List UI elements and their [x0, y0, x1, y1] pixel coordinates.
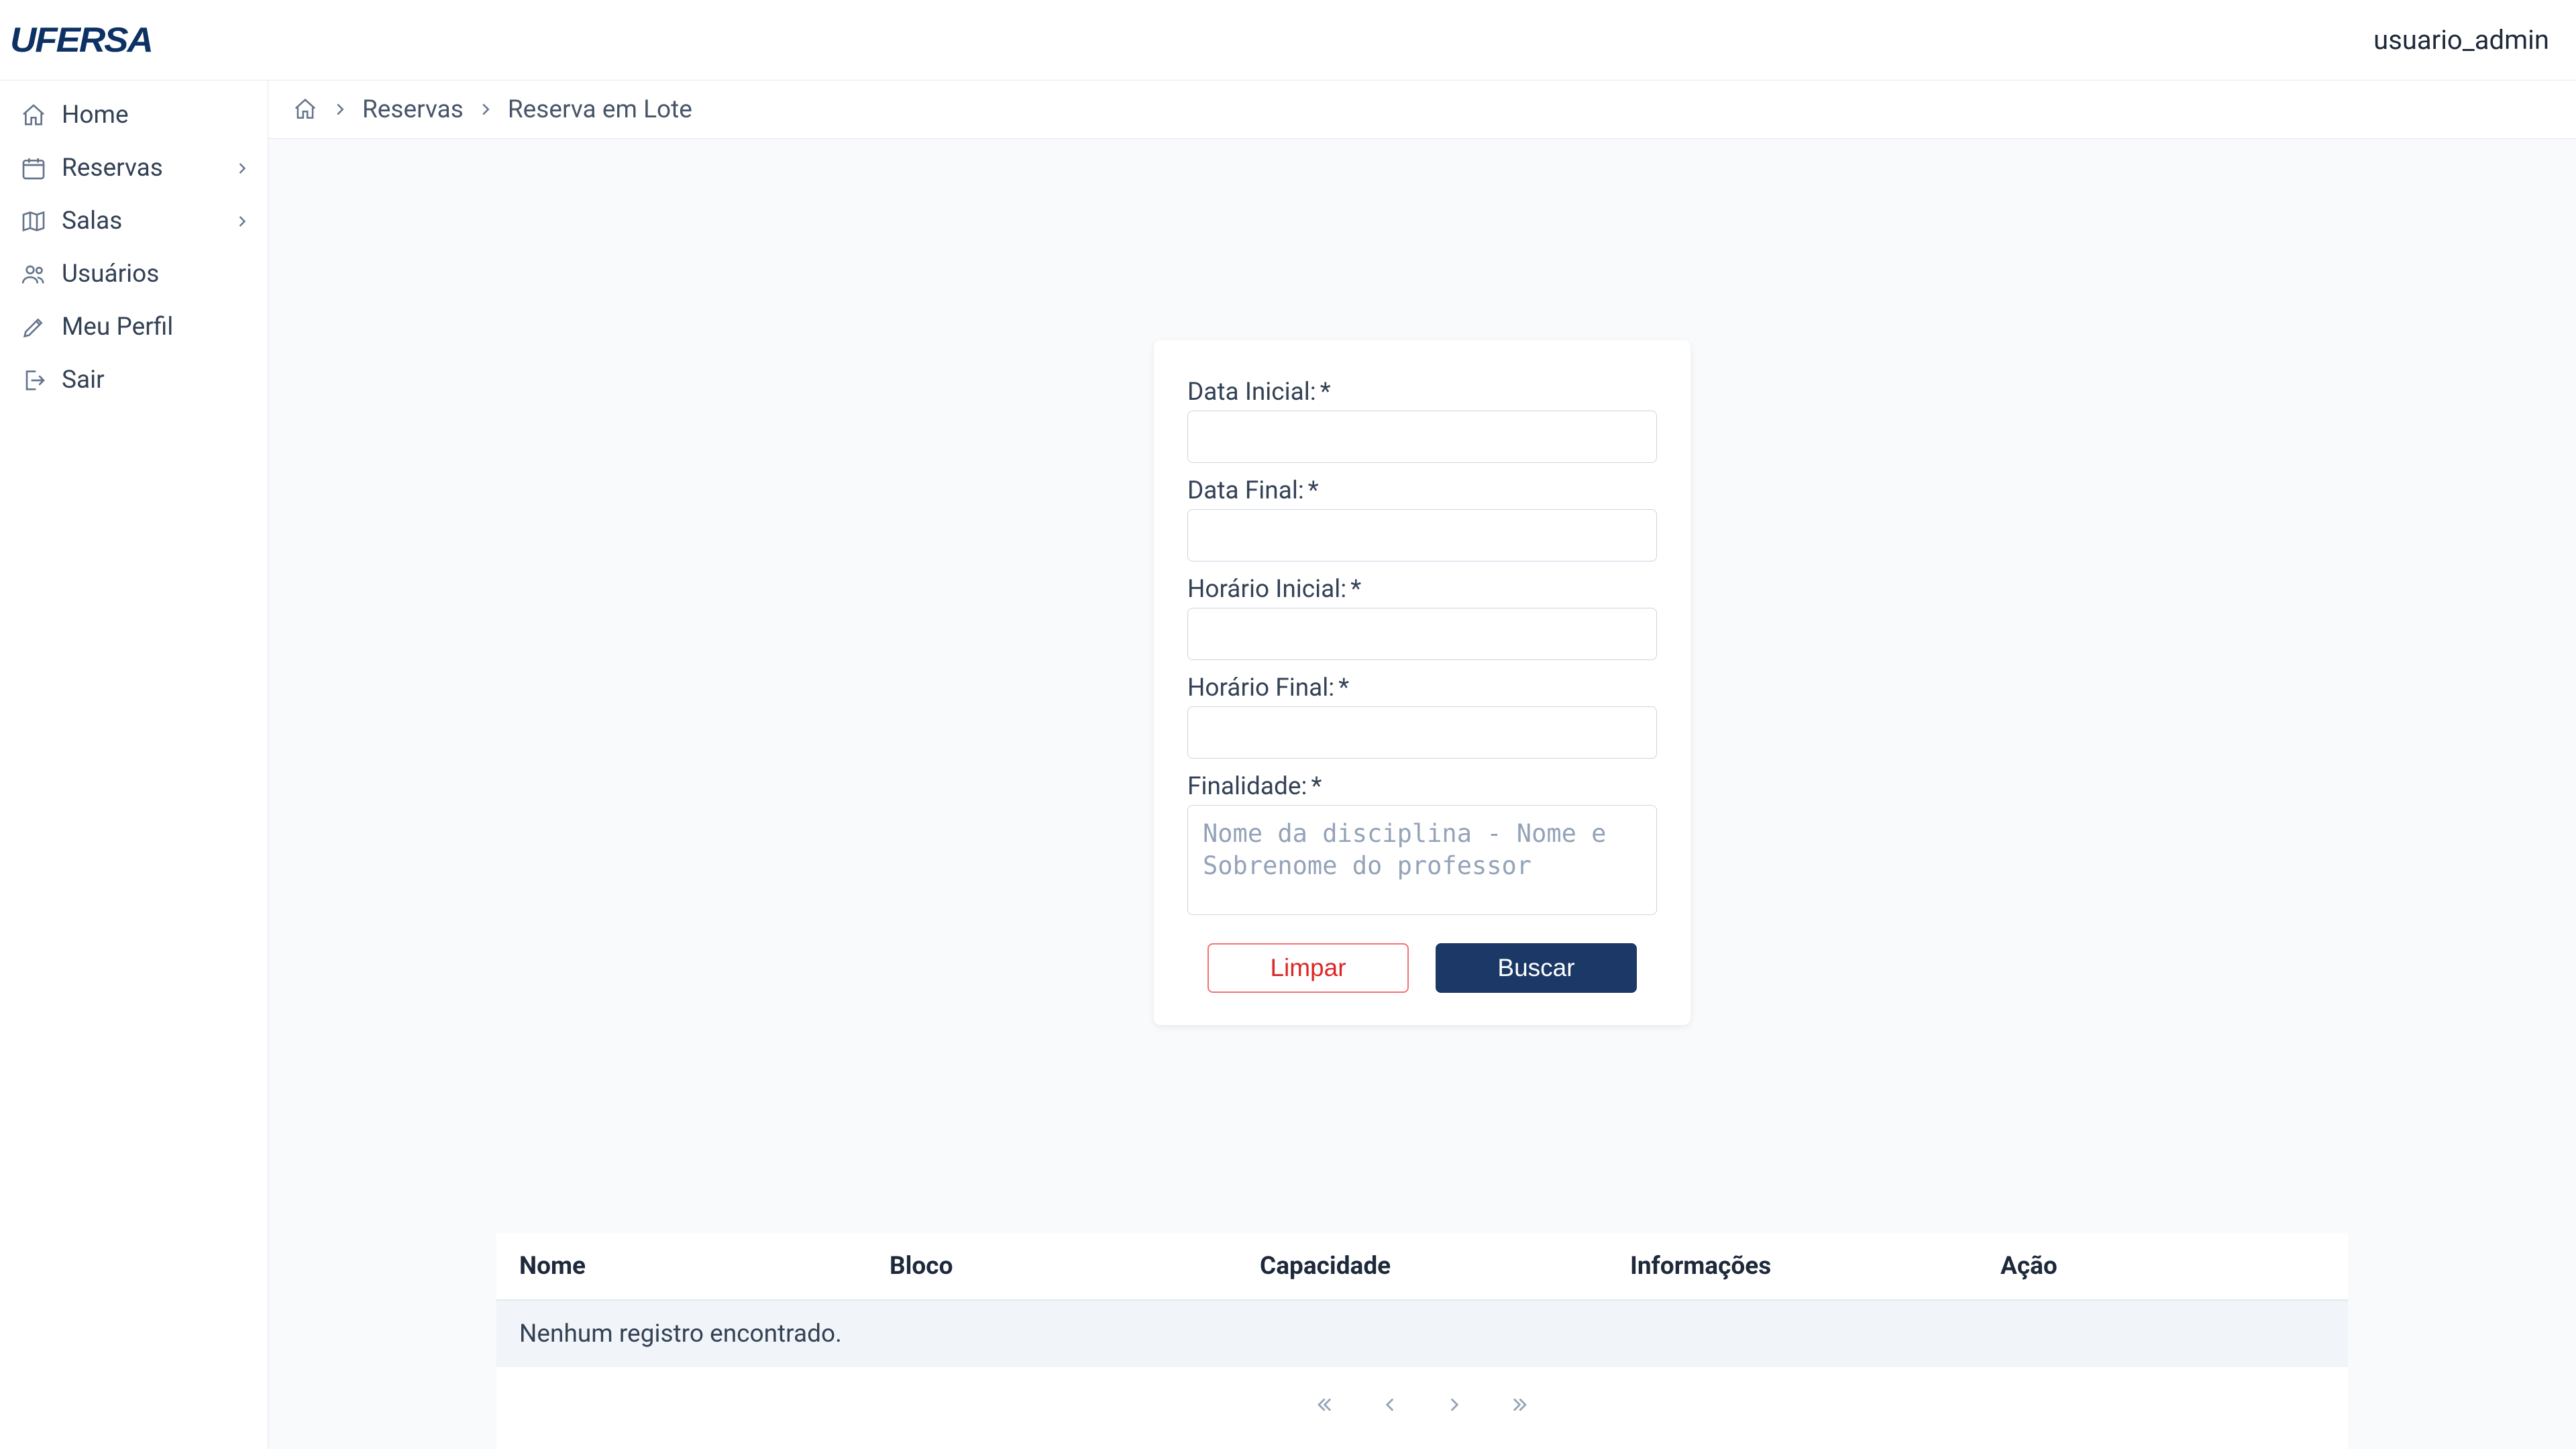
required-mark: * [1320, 378, 1331, 407]
required-mark: * [1350, 575, 1361, 604]
map-icon [20, 208, 47, 235]
breadcrumb: Reservas Reserva em Lote [268, 80, 2576, 139]
main-area: Reservas Reserva em Lote Data Inicial:* … [268, 80, 2576, 1449]
clear-button[interactable]: Limpar [1208, 943, 1409, 993]
topbar: UFERSA usuario_admin [0, 0, 2576, 80]
pencil-icon [20, 314, 47, 341]
chevron-right-icon [476, 99, 496, 119]
sidebar: Home Reservas Salas Usuários [0, 80, 268, 1449]
sidebar-item-label: Salas [62, 207, 122, 235]
label-data-final: Data Final:* [1187, 476, 1657, 505]
breadcrumb-current: Reserva em Lote [508, 95, 692, 124]
brand-logo: UFERSA [10, 20, 152, 60]
logout-icon [20, 367, 47, 394]
label-data-inicial: Data Inicial:* [1187, 378, 1657, 407]
sidebar-item-meu-perfil[interactable]: Meu Perfil [0, 301, 268, 354]
table-empty-message: Nenhum registro encontrado. [496, 1301, 2348, 1367]
search-form-card: Data Inicial:* Data Final:* Horário Inic… [1154, 340, 1690, 1025]
paginator [496, 1367, 2348, 1449]
input-horario-inicial[interactable] [1187, 608, 1657, 660]
sidebar-item-label: Reservas [62, 154, 163, 182]
sidebar-item-home[interactable]: Home [0, 89, 268, 142]
required-mark: * [1308, 476, 1319, 505]
table-header-row: Nome Bloco Capacidade Informações Ação [496, 1233, 2348, 1301]
chevron-right-icon [233, 159, 252, 178]
label-finalidade: Finalidade:* [1187, 772, 1657, 801]
col-header-informacoes: Informações [1630, 1252, 2000, 1281]
page-next-button[interactable] [1440, 1390, 1469, 1419]
chevron-right-icon [233, 212, 252, 231]
col-header-bloco: Bloco [890, 1252, 1260, 1281]
sidebar-item-salas[interactable]: Salas [0, 195, 268, 248]
input-data-inicial[interactable] [1187, 411, 1657, 463]
required-mark: * [1311, 772, 1322, 801]
input-horario-final[interactable] [1187, 706, 1657, 759]
page-last-button[interactable] [1504, 1390, 1534, 1419]
sidebar-item-usuarios[interactable]: Usuários [0, 248, 268, 301]
page-first-button[interactable] [1311, 1390, 1340, 1419]
home-icon [20, 102, 47, 129]
results-table: Nome Bloco Capacidade Informações Ação N… [496, 1233, 2348, 1449]
label-horario-final: Horário Final:* [1187, 674, 1657, 702]
sidebar-item-label: Home [62, 101, 129, 129]
col-header-capacidade: Capacidade [1260, 1252, 1630, 1281]
sidebar-item-label: Meu Perfil [62, 313, 173, 341]
page-prev-button[interactable] [1375, 1390, 1405, 1419]
required-mark: * [1338, 674, 1349, 702]
col-header-acao: Ação [2000, 1252, 2325, 1281]
users-icon [20, 261, 47, 288]
input-finalidade[interactable] [1187, 805, 1657, 915]
search-button[interactable]: Buscar [1436, 943, 1637, 993]
label-horario-inicial: Horário Inicial:* [1187, 575, 1657, 604]
home-icon[interactable] [292, 97, 318, 122]
sidebar-item-sair[interactable]: Sair [0, 354, 268, 407]
breadcrumb-link-reservas[interactable]: Reservas [362, 95, 464, 124]
input-data-final[interactable] [1187, 509, 1657, 561]
sidebar-item-reservas[interactable]: Reservas [0, 142, 268, 195]
current-user-label: usuario_admin [2373, 24, 2549, 56]
col-header-nome: Nome [519, 1252, 890, 1281]
chevron-right-icon [330, 99, 350, 119]
sidebar-item-label: Usuários [62, 260, 159, 288]
sidebar-item-label: Sair [62, 366, 105, 394]
calendar-icon [20, 155, 47, 182]
